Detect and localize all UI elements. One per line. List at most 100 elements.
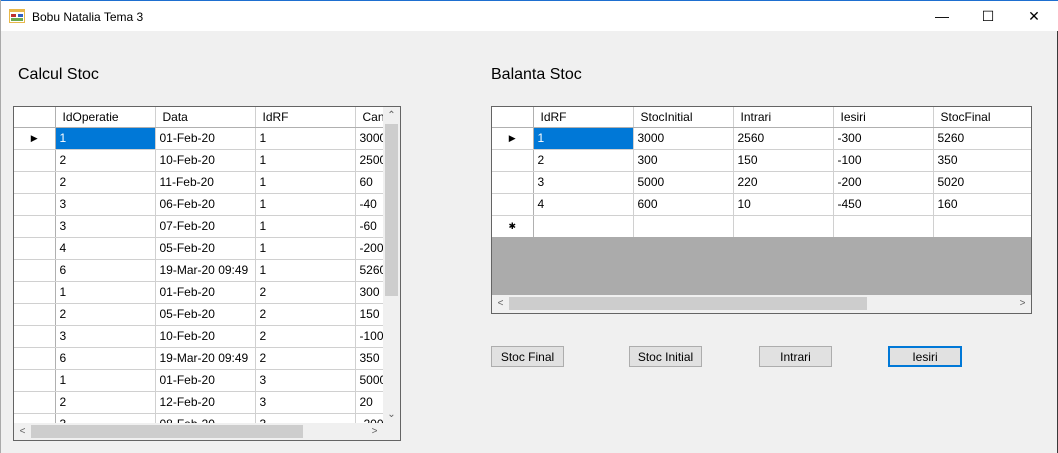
row-header[interactable] [14, 347, 56, 370]
table-cell[interactable]: 07-Feb-20 [155, 215, 256, 238]
column-header[interactable]: StocInitial [633, 107, 734, 128]
table-cell[interactable]: 1 [255, 149, 356, 172]
horizontal-scroll-thumb[interactable] [31, 425, 303, 438]
table-row[interactable]: 2 12-Feb-20 3 20 [14, 391, 400, 414]
balanta-stoc-grid[interactable]: IdRF StocInitial Intrari Iesiri StocFina… [491, 106, 1032, 314]
table-row[interactable]: 4 05-Feb-20 1 -200 [14, 237, 400, 260]
table-row[interactable]: 6 19-Mar-20 09:49 1 5260 [14, 259, 400, 282]
row-header[interactable] [14, 303, 56, 326]
table-cell[interactable]: 19-Mar-20 09:49 [155, 259, 256, 282]
table-row[interactable]: 3 07-Feb-20 1 -60 [14, 215, 400, 238]
calcul-stoc-grid[interactable]: IdOperatie Data IdRF Cant ▶ 1 01-Feb-20 1 30… [13, 106, 401, 441]
row-header[interactable] [14, 193, 56, 216]
new-row[interactable]: ✱ [492, 215, 1031, 238]
row-header[interactable] [14, 237, 56, 260]
table-cell[interactable]: 1 [255, 127, 356, 150]
table-cell[interactable]: 3 [533, 171, 634, 194]
table-cell[interactable]: 2 [255, 347, 356, 370]
table-cell[interactable]: 1 [55, 369, 156, 392]
table-cell[interactable]: 1 [255, 259, 356, 282]
table-cell[interactable]: 1 [255, 237, 356, 260]
table-cell[interactable] [933, 215, 1031, 238]
table-cell[interactable]: 05-Feb-20 [155, 303, 256, 326]
iesiri-button[interactable]: Iesiri [888, 346, 962, 367]
table-row[interactable]: 2 300 150 -100 350 [492, 149, 1031, 172]
table-cell[interactable]: 2 [55, 391, 156, 414]
table-cell[interactable] [733, 215, 834, 238]
table-row[interactable]: 2 05-Feb-20 2 150 [14, 303, 400, 326]
scroll-right-icon[interactable]: > [366, 423, 383, 440]
table-cell[interactable]: 3000 [633, 127, 734, 150]
table-row[interactable]: 4 600 10 -450 160 [492, 193, 1031, 216]
scroll-left-icon[interactable]: < [14, 423, 31, 440]
minimize-button[interactable]: — [919, 1, 965, 31]
column-header[interactable]: Data [155, 107, 256, 128]
table-cell[interactable]: 6 [55, 259, 156, 282]
table-cell[interactable]: 350 [933, 149, 1031, 172]
table-cell[interactable]: 10-Feb-20 [155, 325, 256, 348]
table-row[interactable]: 2 11-Feb-20 1 60 [14, 171, 400, 194]
table-cell[interactable]: 3 [55, 325, 156, 348]
table-row[interactable]: 1 01-Feb-20 2 300 [14, 281, 400, 304]
intrari-button[interactable]: Intrari [759, 346, 832, 367]
table-cell[interactable]: 2 [55, 303, 156, 326]
table-cell[interactable]: -200 [833, 171, 934, 194]
column-header[interactable]: Iesiri [833, 107, 934, 128]
table-cell[interactable]: 1 [255, 171, 356, 194]
row-header[interactable] [492, 171, 534, 194]
table-cell[interactable]: 06-Feb-20 [155, 193, 256, 216]
row-header[interactable] [14, 325, 56, 348]
row-header[interactable]: ▶ [14, 127, 56, 150]
table-cell[interactable]: 2 [255, 281, 356, 304]
table-cell[interactable]: 2560 [733, 127, 834, 150]
table-cell[interactable]: 2 [533, 149, 634, 172]
table-cell[interactable]: 600 [633, 193, 734, 216]
table-cell[interactable]: 220 [733, 171, 834, 194]
row-header[interactable]: ✱ [492, 215, 534, 238]
table-cell[interactable]: 2 [255, 303, 356, 326]
table-cell[interactable]: 5260 [933, 127, 1031, 150]
column-header[interactable]: IdOperatie [55, 107, 156, 128]
table-cell[interactable]: 3 [55, 193, 156, 216]
close-button[interactable]: ✕ [1011, 1, 1057, 31]
table-cell[interactable]: 1 [55, 281, 156, 304]
table-cell[interactable]: 1 [55, 127, 156, 150]
vertical-scroll-thumb[interactable] [385, 124, 398, 296]
table-row[interactable]: 3 5000 220 -200 5020 [492, 171, 1031, 194]
row-header[interactable]: ▶ [492, 127, 534, 150]
table-cell[interactable]: -100 [833, 149, 934, 172]
scroll-left-icon[interactable]: < [492, 295, 509, 312]
table-cell[interactable]: 19-Mar-20 09:49 [155, 347, 256, 370]
row-header[interactable] [14, 259, 56, 282]
table-cell[interactable]: 3 [55, 215, 156, 238]
maximize-button[interactable]: ☐ [965, 1, 1011, 31]
row-header[interactable] [14, 369, 56, 392]
table-cell[interactable]: 12-Feb-20 [155, 391, 256, 414]
left-horizontal-scrollbar[interactable]: < > [14, 423, 383, 440]
row-header[interactable] [14, 149, 56, 172]
row-header[interactable] [14, 215, 56, 238]
scroll-right-icon[interactable]: > [1014, 295, 1031, 312]
table-row[interactable]: 3 10-Feb-20 2 -100 [14, 325, 400, 348]
horizontal-scroll-thumb[interactable] [509, 297, 867, 310]
stoc-final-button[interactable]: Stoc Final [491, 346, 564, 367]
table-cell[interactable]: 160 [933, 193, 1031, 216]
left-vertical-scrollbar[interactable]: ⌃ ⌄ [383, 107, 400, 423]
row-header[interactable] [492, 149, 534, 172]
table-cell[interactable]: 10-Feb-20 [155, 149, 256, 172]
table-cell[interactable]: 1 [255, 215, 356, 238]
table-cell[interactable]: 2 [255, 325, 356, 348]
table-cell[interactable]: 300 [633, 149, 734, 172]
table-cell[interactable]: 05-Feb-20 [155, 237, 256, 260]
table-row[interactable]: ▶ 1 3000 2560 -300 5260 [492, 127, 1031, 150]
table-cell[interactable]: -450 [833, 193, 934, 216]
scroll-up-icon[interactable]: ⌃ [383, 107, 400, 124]
stoc-initial-button[interactable]: Stoc Initial [629, 346, 702, 367]
row-header[interactable] [492, 193, 534, 216]
table-cell[interactable]: 4 [533, 193, 634, 216]
row-header[interactable] [14, 171, 56, 194]
table-cell[interactable]: -300 [833, 127, 934, 150]
table-cell[interactable]: 1 [255, 193, 356, 216]
table-cell[interactable]: 6 [55, 347, 156, 370]
table-cell[interactable]: 150 [733, 149, 834, 172]
